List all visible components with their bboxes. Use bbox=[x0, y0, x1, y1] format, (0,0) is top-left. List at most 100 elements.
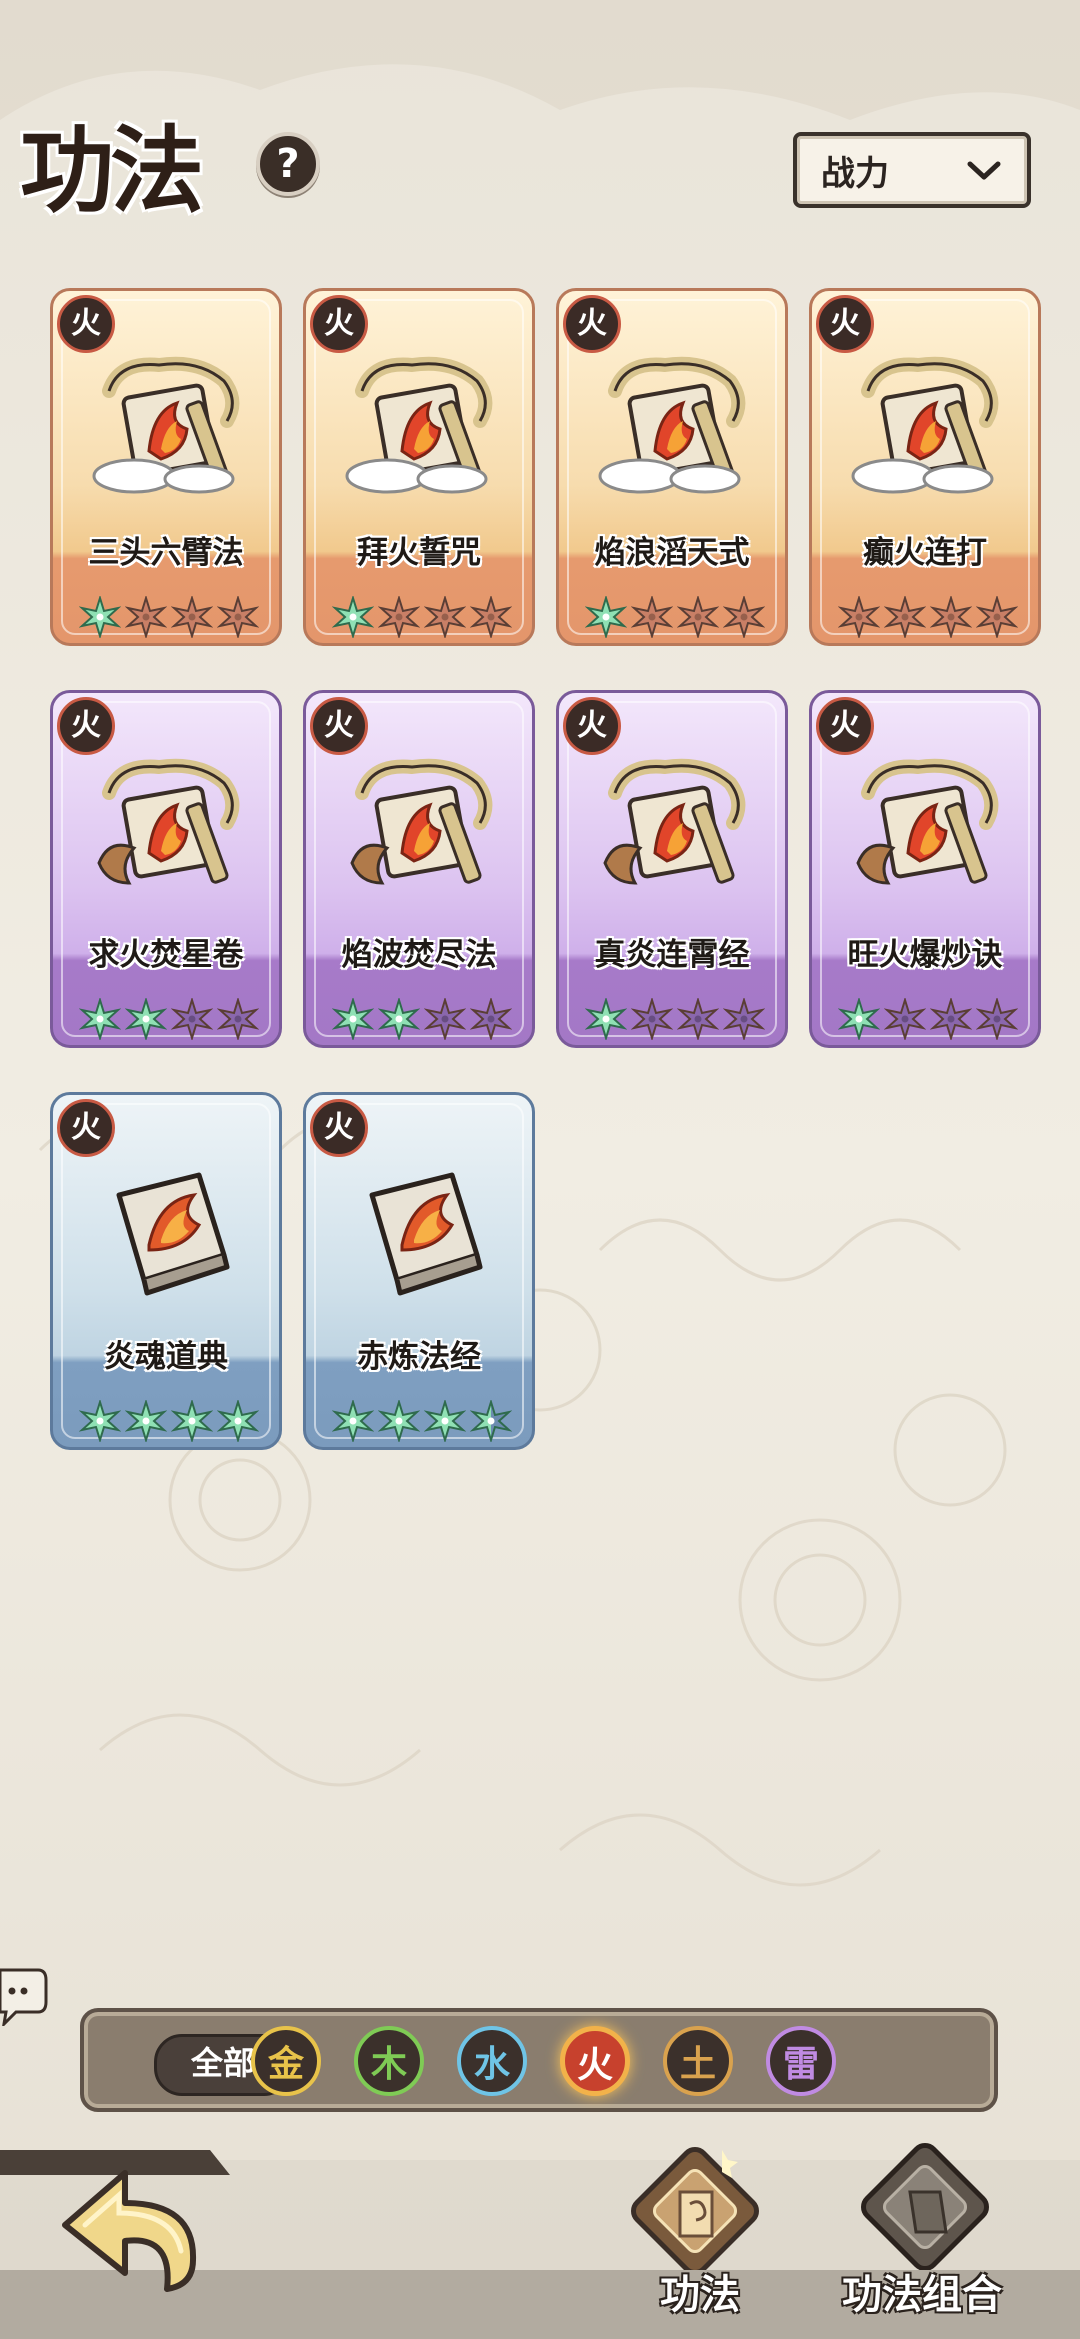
card-art-icon bbox=[598, 356, 746, 494]
filter-element-button[interactable]: 金 bbox=[251, 2026, 321, 2096]
scroll-tab-icon bbox=[631, 2147, 759, 2270]
star-icon bbox=[976, 596, 1018, 638]
help-button[interactable]: ? bbox=[256, 132, 320, 196]
star-icon bbox=[171, 596, 213, 638]
star-icon bbox=[378, 596, 420, 638]
gongfa-card[interactable]: 火求火焚星卷 bbox=[50, 690, 282, 1048]
star-icon bbox=[723, 596, 765, 638]
card-art-icon bbox=[350, 758, 493, 885]
filter-element-button[interactable]: 火 bbox=[560, 2026, 630, 2096]
star-icon bbox=[217, 998, 259, 1040]
star-icon bbox=[171, 998, 213, 1040]
card-art-icon bbox=[603, 758, 746, 885]
star-rating bbox=[838, 998, 1018, 1042]
card-art-icon bbox=[369, 1172, 483, 1296]
star-rating bbox=[79, 1400, 259, 1444]
star-icon bbox=[332, 596, 374, 638]
page-title: 功法 bbox=[20, 116, 204, 226]
element-filter-bar: 全部 金木水火土雷 bbox=[80, 2008, 998, 2112]
star-icon bbox=[884, 998, 926, 1040]
star-icon bbox=[79, 1400, 121, 1442]
star-icon bbox=[585, 596, 627, 638]
star-icon bbox=[723, 998, 765, 1040]
element-fire-badge: 火 bbox=[57, 295, 115, 353]
element-fire-badge: 火 bbox=[563, 697, 621, 755]
star-icon bbox=[976, 998, 1018, 1040]
filter-element-button[interactable]: 木 bbox=[354, 2026, 424, 2096]
card-art-icon bbox=[116, 1172, 230, 1296]
star-icon bbox=[631, 596, 673, 638]
element-fire-badge: 火 bbox=[310, 697, 368, 755]
star-icon bbox=[79, 998, 121, 1040]
filter-element-button[interactable]: 雷 bbox=[766, 2026, 836, 2096]
chat-bubble-icon[interactable] bbox=[0, 1962, 48, 2026]
card-art-icon bbox=[851, 356, 999, 494]
element-fire-badge: 火 bbox=[563, 295, 621, 353]
element-fire-badge: 火 bbox=[310, 1099, 368, 1157]
star-icon bbox=[79, 596, 121, 638]
star-icon bbox=[470, 1400, 512, 1442]
card-name: 三头六臂法 bbox=[88, 535, 244, 571]
card-name: 求火焚星卷 bbox=[88, 937, 244, 973]
gongfa-card[interactable]: 火旺火爆炒诀 bbox=[809, 690, 1041, 1048]
star-icon bbox=[332, 998, 374, 1040]
gongfa-card[interactable]: 火焰波焚尽法 bbox=[303, 690, 535, 1048]
star-icon bbox=[470, 596, 512, 638]
star-icon bbox=[930, 998, 972, 1040]
card-art-icon bbox=[345, 356, 493, 494]
card-name: 焰浪滔天式 bbox=[594, 535, 750, 571]
star-rating bbox=[332, 998, 512, 1042]
gongfa-card[interactable]: 火癫火连打 bbox=[809, 288, 1041, 646]
tab-gongfa[interactable]: 功法 bbox=[620, 2140, 770, 2318]
star-icon bbox=[125, 998, 167, 1040]
card-name: 旺火爆炒诀 bbox=[847, 937, 1003, 973]
star-rating bbox=[79, 596, 259, 640]
card-name: 焰波焚尽法 bbox=[341, 937, 497, 973]
filter-element-button[interactable]: 水 bbox=[457, 2026, 527, 2096]
star-icon bbox=[171, 1400, 213, 1442]
chevron-down-icon bbox=[967, 161, 1001, 180]
element-fire-badge: 火 bbox=[816, 697, 874, 755]
star-icon bbox=[631, 998, 673, 1040]
sort-dropdown[interactable]: 战力 bbox=[793, 132, 1031, 208]
element-fire-badge: 火 bbox=[816, 295, 874, 353]
card-name: 拜火誓咒 bbox=[357, 535, 481, 571]
combo-tab-icon bbox=[861, 2143, 989, 2270]
star-rating bbox=[838, 596, 1018, 640]
gongfa-card[interactable]: 火炎魂道典 bbox=[50, 1092, 282, 1450]
gongfa-card[interactable]: 火真炎连霄经 bbox=[556, 690, 788, 1048]
element-fire-badge: 火 bbox=[310, 295, 368, 353]
star-icon bbox=[378, 998, 420, 1040]
card-name: 炎魂道典 bbox=[104, 1339, 228, 1375]
gongfa-card[interactable]: 火赤炼法经 bbox=[303, 1092, 535, 1450]
star-icon bbox=[838, 596, 880, 638]
gongfa-card[interactable]: 火焰浪滔天式 bbox=[556, 288, 788, 646]
star-icon bbox=[378, 1400, 420, 1442]
star-icon bbox=[217, 596, 259, 638]
card-name: 癫火连打 bbox=[863, 535, 987, 571]
star-icon bbox=[838, 998, 880, 1040]
star-rating bbox=[585, 998, 765, 1042]
card-name: 真炎连霄经 bbox=[594, 937, 750, 973]
element-fire-badge: 火 bbox=[57, 697, 115, 755]
star-icon bbox=[424, 998, 466, 1040]
back-arrow-icon[interactable] bbox=[55, 2165, 205, 2295]
star-icon bbox=[332, 1400, 374, 1442]
star-icon bbox=[125, 596, 167, 638]
gongfa-card[interactable]: 火拜火誓咒 bbox=[303, 288, 535, 646]
card-art-icon bbox=[97, 758, 240, 885]
star-rating bbox=[585, 596, 765, 640]
star-icon bbox=[470, 998, 512, 1040]
element-fire-badge: 火 bbox=[57, 1099, 115, 1157]
filter-element-button[interactable]: 土 bbox=[663, 2026, 733, 2096]
star-icon bbox=[585, 998, 627, 1040]
gongfa-card[interactable]: 火三头六臂法 bbox=[50, 288, 282, 646]
star-icon bbox=[217, 1400, 259, 1442]
card-art-icon bbox=[856, 758, 999, 885]
tab-gongfa-label: 功法 bbox=[660, 2272, 740, 2318]
star-rating bbox=[332, 1400, 512, 1444]
tab-gongfa-combo[interactable]: 功法组合 bbox=[840, 2140, 1010, 2318]
sort-dropdown-value: 战力 bbox=[821, 154, 889, 194]
star-icon bbox=[125, 1400, 167, 1442]
card-name: 赤炼法经 bbox=[357, 1339, 481, 1375]
